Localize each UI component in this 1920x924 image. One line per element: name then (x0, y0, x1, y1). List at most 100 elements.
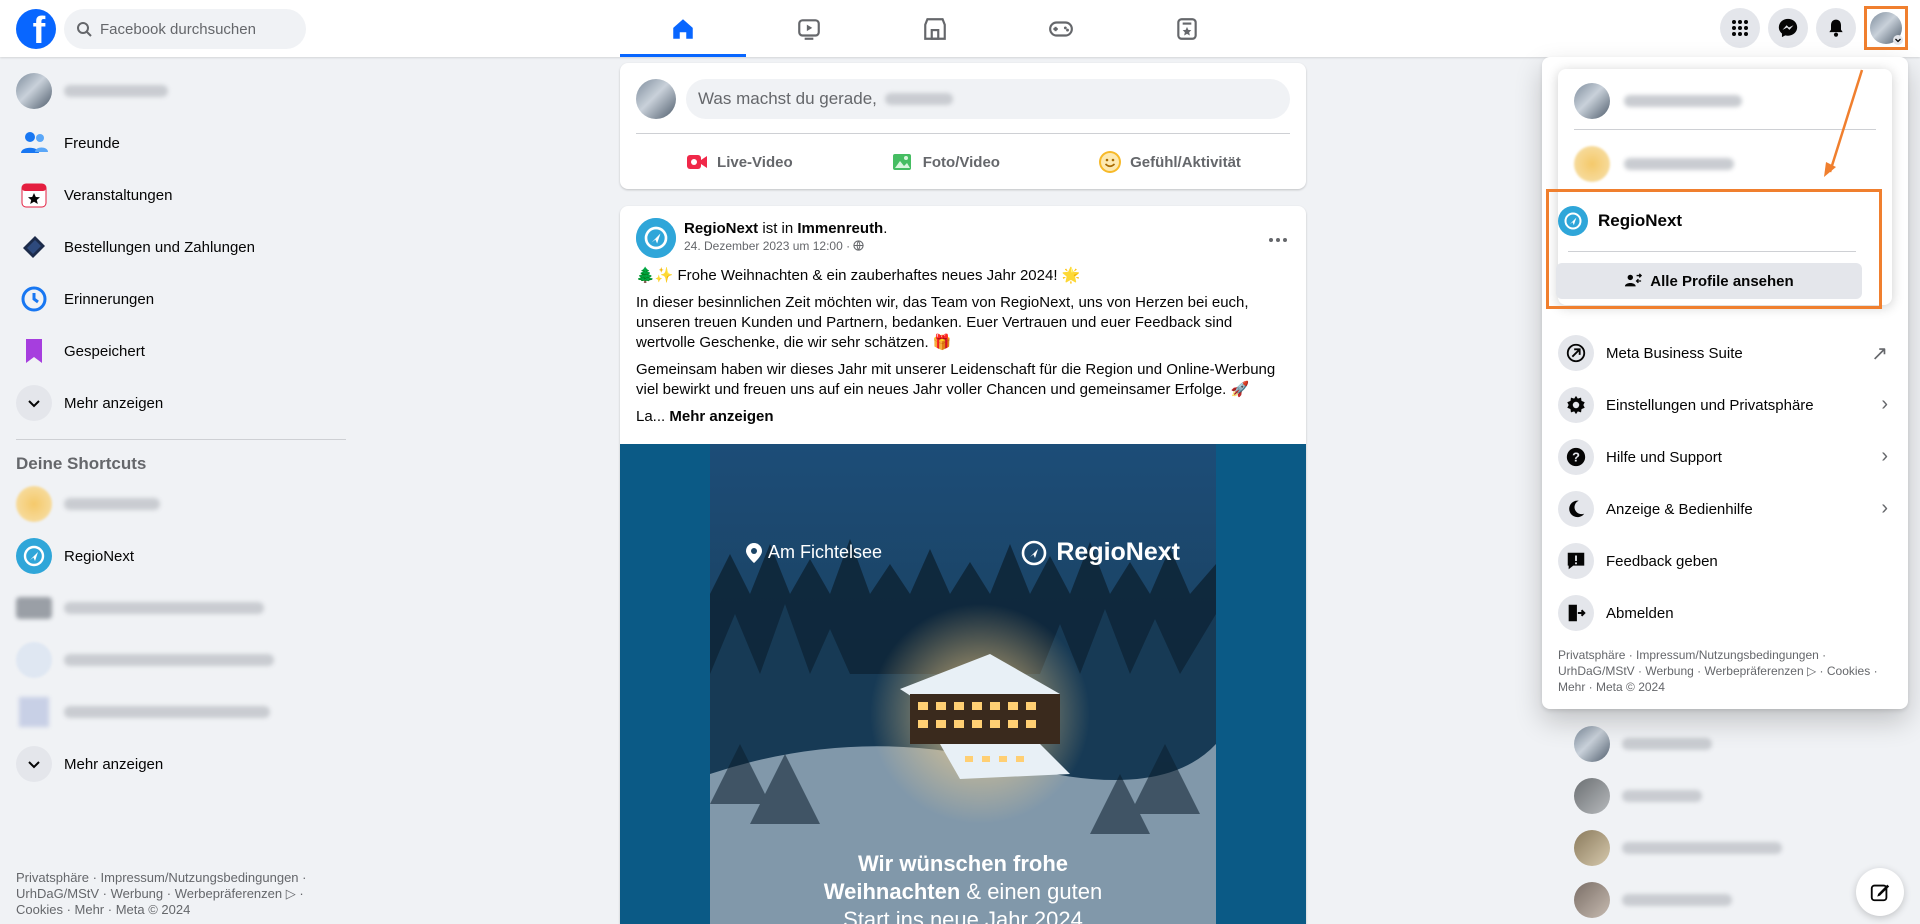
logout-icon (1568, 604, 1586, 622)
account-menu: Meta Business Suite ↗ Einstellungen und … (1550, 327, 1900, 639)
footer-links[interactable]: Privatsphäre · Impressum/Nutzungsbedingu… (16, 870, 316, 918)
shortcut-item-regionext[interactable]: RegioNext (8, 530, 352, 582)
all-profiles-button[interactable]: Alle Profile ansehen (1556, 263, 1862, 299)
image-location: Am Fichtelsee (746, 542, 882, 563)
shortcut-avatar (16, 486, 52, 522)
profile-row-secondary[interactable] (1558, 136, 1892, 192)
menu-item-display[interactable]: Anzeige & Bedienhilfe › (1550, 483, 1900, 535)
contact-name-blurred (1622, 842, 1782, 854)
post-timestamp[interactable]: 24. Dezember 2023 um 12:00 · (684, 239, 850, 253)
tab-feeds[interactable] (1124, 0, 1250, 57)
shortcuts-show-more[interactable]: Mehr anzeigen (8, 738, 352, 790)
photo-icon (892, 154, 911, 170)
profile-row-regionext[interactable]: RegioNext (1552, 199, 1872, 243)
home-icon (673, 18, 693, 39)
profile-name-blurred (1624, 158, 1734, 170)
new-message-button[interactable] (1856, 868, 1904, 916)
post-location[interactable]: Immenreuth (797, 220, 883, 237)
tab-home[interactable] (620, 0, 746, 57)
gear-icon (1567, 395, 1585, 415)
shortcut-item-blurred[interactable] (8, 634, 352, 686)
composer-input[interactable]: Was machst du gerade, (686, 79, 1290, 119)
photo-video-button[interactable]: Foto/Video (891, 142, 1000, 182)
menu-item-feedback[interactable]: Feedback geben (1550, 535, 1900, 587)
marketplace-icon (924, 17, 946, 40)
profile-avatar (1574, 83, 1610, 119)
show-more-link[interactable]: Mehr anzeigen (669, 408, 773, 425)
regionext-logo-icon (16, 538, 52, 574)
live-video-button[interactable]: Live-Video (685, 142, 793, 182)
facebook-logo[interactable]: f (16, 9, 56, 49)
contact-item[interactable] (1570, 718, 1910, 770)
sidebar-item-saved[interactable]: Gespeichert (8, 325, 352, 377)
menu-item-settings[interactable]: Einstellungen und Privatsphäre › (1550, 379, 1900, 431)
menu-item-label: Hilfe und Support (1606, 448, 1722, 466)
sidebar-item-events[interactable]: Veranstaltungen (8, 169, 352, 221)
dropdown-footer-links[interactable]: Privatsphäre · Impressum/Nutzungsbedingu… (1558, 647, 1888, 695)
search-input[interactable] (100, 20, 290, 38)
menu-item-logout[interactable]: Abmelden (1550, 587, 1900, 639)
main-nav (620, 0, 1250, 57)
contact-avatar (1574, 726, 1610, 762)
sidebar-item-payments[interactable]: Bestellungen und Zahlungen (8, 221, 352, 273)
post-author-name[interactable]: RegioNext (684, 220, 758, 237)
contact-item[interactable] (1570, 822, 1910, 874)
menu-item-label: Meta Business Suite (1606, 344, 1743, 362)
shortcut-item-blurred[interactable] (8, 478, 352, 530)
chevron-right-icon: › (1881, 393, 1888, 415)
profile-avatar[interactable] (636, 79, 676, 119)
contact-item[interactable] (1570, 770, 1910, 822)
regionext-logo-icon (1022, 540, 1047, 565)
contact-avatar (1574, 882, 1610, 918)
shortcut-name-blurred (64, 602, 264, 614)
profile-name-blurred (1624, 95, 1742, 107)
shortcut-name-blurred (64, 498, 160, 510)
menu-item-help[interactable]: ? Hilfe und Support › (1550, 431, 1900, 483)
tab-video[interactable] (746, 0, 872, 57)
smiley-icon (1099, 151, 1122, 173)
messenger-button[interactable] (1768, 8, 1808, 48)
profile-avatar (16, 73, 52, 109)
clock-icon (21, 286, 47, 312)
sidebar-item-label: RegioNext (64, 547, 135, 565)
post-location-prefix: ist in (762, 220, 794, 237)
tab-gaming[interactable] (998, 0, 1124, 57)
post-image[interactable]: Am Fichtelsee RegioNext Wir wünschen fro… (620, 444, 1306, 924)
notifications-button[interactable] (1816, 8, 1856, 48)
divider (1574, 129, 1876, 130)
live-video-label: Live-Video (717, 153, 793, 171)
menu-button[interactable] (1720, 8, 1760, 48)
contact-name-blurred (1622, 790, 1702, 802)
shortcut-item-blurred[interactable] (8, 582, 352, 634)
sidebar-item-label: Mehr anzeigen (64, 394, 164, 412)
shortcut-item-blurred[interactable] (8, 686, 352, 738)
menu-item-label: Einstellungen und Privatsphäre (1606, 396, 1814, 414)
gaming-icon (1049, 20, 1073, 37)
sidebar-item-label: Erinnerungen (64, 290, 155, 308)
profile-avatar (1574, 146, 1610, 182)
business-suite-icon (1566, 343, 1586, 363)
post-body: 🌲✨ Frohe Weihnachten & ein zauberhaftes … (620, 262, 1306, 427)
header-actions (1720, 6, 1908, 50)
post-options-button[interactable] (1268, 226, 1288, 249)
sidebar-item-profile[interactable] (8, 65, 352, 117)
image-caption: Wir wünschen frohe Weihnachten & einen g… (710, 850, 1216, 924)
sidebar-item-friends[interactable]: Freunde (8, 117, 352, 169)
feeling-activity-button[interactable]: Gefühl/Aktivität (1098, 142, 1241, 182)
account-button[interactable] (1864, 6, 1908, 50)
sidebar-item-memories[interactable]: Erinnerungen (8, 273, 352, 325)
account-dropdown: RegioNext Alle Profile ansehen Meta Busi… (1542, 57, 1908, 709)
tab-marketplace[interactable] (872, 0, 998, 57)
search-box[interactable] (64, 9, 306, 49)
contact-name-blurred (1622, 894, 1732, 906)
post-author-avatar[interactable] (636, 218, 676, 258)
bookmark-icon (26, 339, 42, 363)
menu-item-label: Feedback geben (1606, 552, 1718, 570)
profile-row-main[interactable] (1558, 73, 1892, 129)
menu-item-business-suite[interactable]: Meta Business Suite ↗ (1550, 327, 1900, 379)
friends-icon (21, 132, 48, 153)
image-location-label: Am Fichtelsee (768, 542, 883, 562)
regionext-logo-icon (1558, 206, 1588, 236)
sidebar-item-label: Freunde (64, 134, 120, 152)
sidebar-item-show-more[interactable]: Mehr anzeigen (8, 377, 352, 429)
